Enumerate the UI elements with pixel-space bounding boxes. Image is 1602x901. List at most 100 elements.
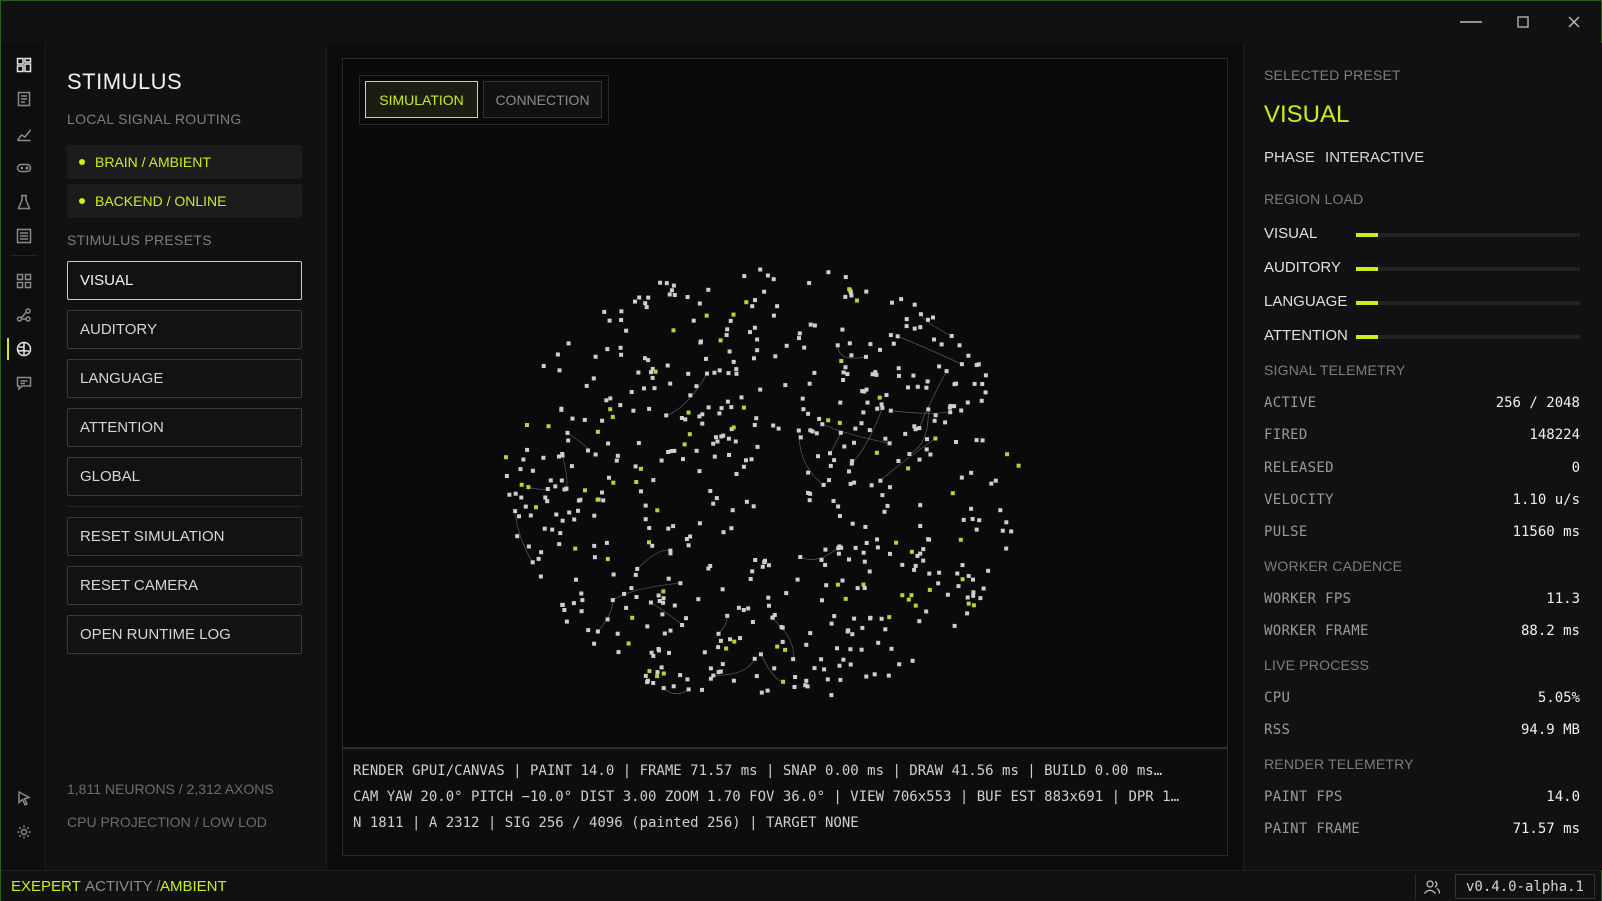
neuron (708, 489, 713, 493)
neuron (943, 420, 948, 425)
neuron (519, 482, 524, 487)
neuron (507, 492, 512, 497)
minimize-icon[interactable] (1456, 9, 1486, 35)
neuron (734, 472, 739, 476)
neuron (977, 518, 982, 523)
neuron (629, 586, 634, 591)
open-runtime-log-button[interactable]: OPEN RUNTIME LOG (67, 615, 302, 654)
network-icon[interactable] (12, 303, 36, 327)
neuron (650, 375, 655, 380)
neuron (728, 318, 733, 323)
neuron (572, 517, 577, 522)
preset-language-button[interactable]: LANGUAGE (67, 359, 302, 398)
neuron (616, 650, 621, 655)
neuron (719, 406, 724, 411)
neuron (839, 545, 844, 550)
brain-icon[interactable] (12, 337, 36, 361)
app-window: STIMULUS LOCAL SIGNAL ROUTING BRAIN / AM… (0, 0, 1602, 901)
reset-camera-button[interactable]: RESET CAMERA (67, 566, 302, 605)
neuron (906, 466, 911, 471)
telemetry-row: CPU 5.05% (1264, 690, 1580, 712)
maximize-icon[interactable] (1508, 9, 1538, 35)
neuron (519, 495, 524, 500)
neuron (956, 584, 961, 589)
version-badge[interactable]: v0.4.0-alpha.1 (1455, 874, 1595, 899)
tab-connection[interactable]: CONNECTION (483, 81, 602, 118)
neuron (762, 289, 767, 294)
neuron (971, 603, 976, 608)
cursor-icon[interactable] (12, 786, 36, 810)
neuron (720, 587, 725, 592)
neuron (553, 484, 558, 489)
neuron (862, 389, 867, 394)
flask-icon[interactable] (12, 190, 36, 214)
neuron (725, 327, 730, 332)
neuron (708, 676, 713, 681)
preset-auditory-button[interactable]: AUDITORY (67, 310, 302, 349)
neuron (808, 428, 813, 433)
neuron (812, 666, 817, 671)
neuron (750, 304, 755, 309)
signal-status-line: N 1811 | A 2312 | SIG 256 / 4096 (painte… (353, 815, 859, 831)
telemetry-row: FIRED 148224 (1264, 427, 1580, 449)
neuron (966, 353, 971, 358)
neuron (776, 426, 781, 431)
neuron (961, 517, 966, 522)
neuron (557, 542, 562, 547)
neuron (913, 603, 918, 608)
preset-attention-button[interactable]: ATTENTION (67, 408, 302, 447)
neuron (835, 646, 839, 651)
neuron (635, 566, 640, 571)
axon (650, 602, 683, 626)
chat-icon[interactable] (12, 371, 36, 395)
neuron (832, 458, 837, 463)
tab-simulation[interactable]: SIMULATION (365, 81, 478, 118)
neuron (517, 514, 521, 519)
neuron (619, 318, 624, 322)
neuron (685, 295, 690, 299)
neuron (971, 577, 975, 582)
close-icon[interactable] (1559, 9, 1589, 35)
neuron (918, 503, 923, 508)
neuron (819, 657, 824, 662)
neuron (899, 297, 904, 302)
reset-simulation-button[interactable]: RESET SIMULATION (67, 517, 302, 556)
neuron (780, 625, 785, 630)
preset-visual-button[interactable]: VISUAL (67, 261, 302, 300)
worker-cadence-label: WORKER CADENCE (1264, 558, 1403, 574)
phase-value: INTERACTIVE (1325, 149, 1425, 166)
neuron (832, 614, 837, 619)
neuron (971, 593, 976, 598)
neuron (812, 323, 817, 328)
neuron (966, 574, 971, 578)
list-icon[interactable] (12, 224, 36, 248)
neuron (925, 379, 930, 384)
apps-icon[interactable] (12, 269, 36, 293)
neuron (718, 638, 723, 643)
neuron (850, 459, 855, 464)
brain-network-canvas[interactable] (343, 129, 1227, 747)
neuron (724, 646, 729, 651)
neuron (686, 687, 691, 692)
neuron (845, 372, 850, 377)
preset-global-button[interactable]: GLOBAL (67, 457, 302, 496)
neuron (798, 435, 803, 440)
gear-icon[interactable] (12, 820, 36, 844)
neuron (750, 569, 755, 574)
simulation-viewport[interactable]: SIMULATION CONNECTION (342, 58, 1228, 748)
users-icon[interactable] (1415, 874, 1447, 899)
chart-icon[interactable] (12, 122, 36, 146)
neuron (672, 293, 677, 297)
neuron (781, 679, 786, 684)
document-icon[interactable] (12, 87, 36, 111)
neuron (918, 312, 923, 317)
telemetry-panel: SELECTED PRESET VISUAL PHASE INTERACTIVE… (1243, 43, 1602, 870)
neuron (839, 359, 844, 363)
gamepad-icon[interactable] (12, 156, 36, 180)
neuron (562, 608, 567, 612)
dashboard-icon[interactable] (12, 53, 36, 77)
neuron (564, 619, 569, 624)
neuron (647, 526, 652, 530)
neuron (644, 305, 649, 310)
neuron (966, 601, 971, 606)
